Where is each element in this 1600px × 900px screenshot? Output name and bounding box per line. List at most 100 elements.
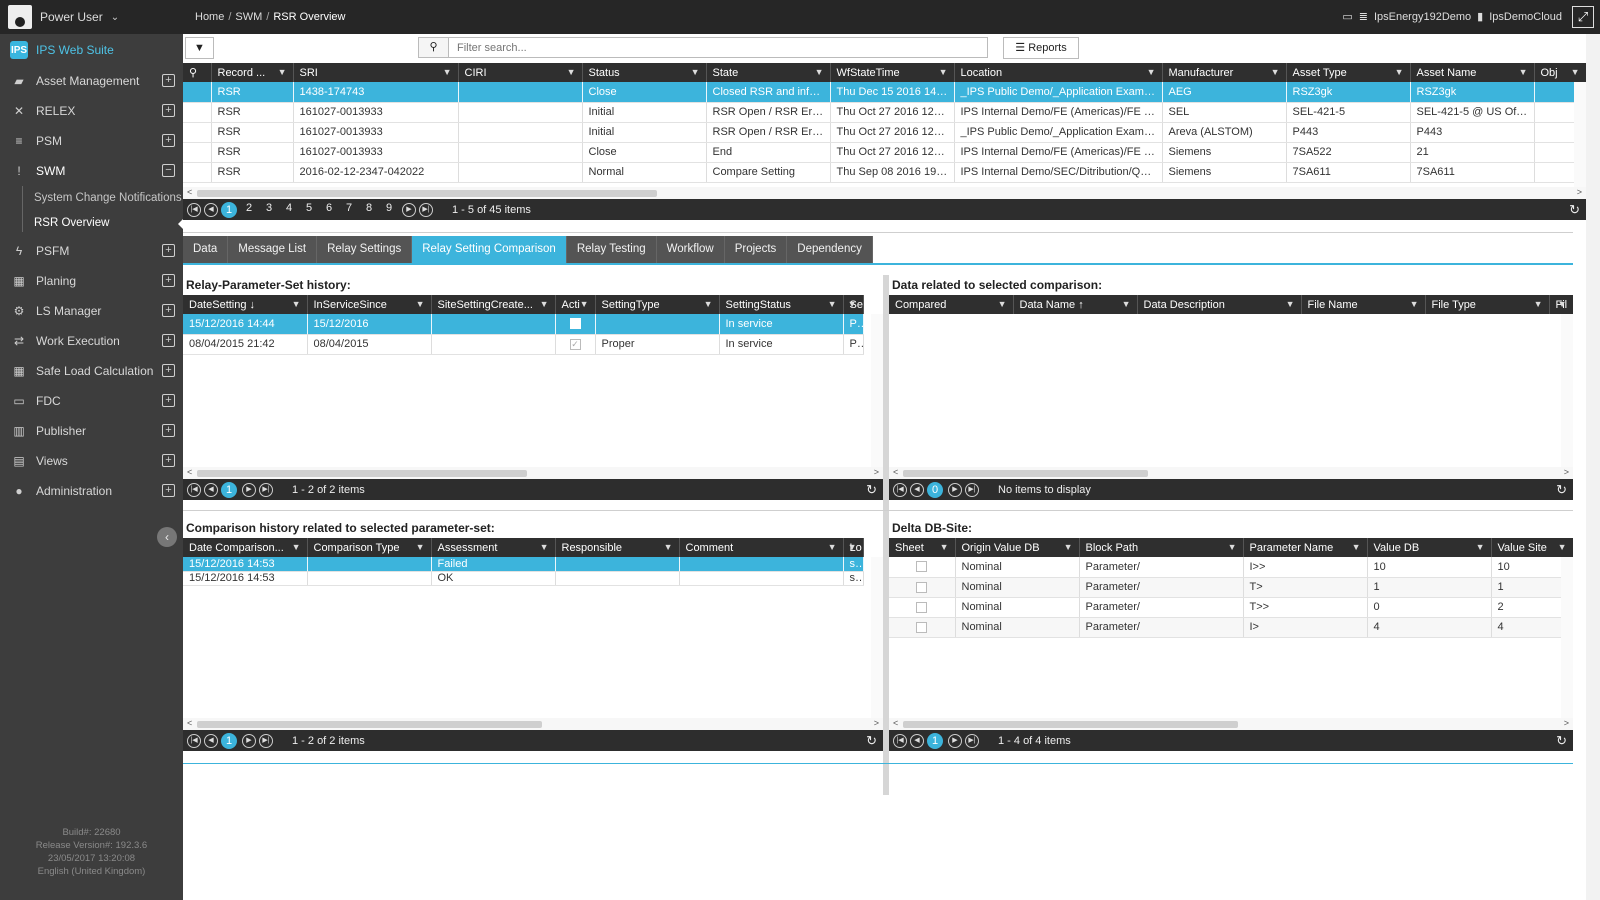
- related-horizontal-scrollbar[interactable]: < >: [889, 467, 1573, 479]
- rsr-column-header[interactable]: Record ... ▼: [211, 63, 294, 82]
- sidebar-item-ls-manager[interactable]: ⚙ LS Manager +: [0, 296, 183, 326]
- comparison-vertical-scrollbar[interactable]: [871, 557, 883, 718]
- related-column-header[interactable]: Fil ▼: [1549, 295, 1573, 314]
- comparison-column-header[interactable]: Responsible ▼: [555, 538, 680, 557]
- sheet-checkbox[interactable]: [916, 581, 928, 593]
- table-row[interactable]: Nominal Parameter/T>> 0 2: [889, 597, 1573, 618]
- related-column-header[interactable]: Data Name ↑ ▼: [1013, 295, 1138, 314]
- comparison-page-current[interactable]: 1: [221, 732, 237, 749]
- table-row[interactable]: 15/12/2016 14:53 Failed sg: [183, 557, 864, 572]
- filter-icon[interactable]: ▼: [1410, 299, 1419, 309]
- filter-icon[interactable]: ▼: [540, 542, 549, 552]
- page-number[interactable]: 4: [281, 202, 297, 218]
- tab-relay-testing[interactable]: Relay Testing: [567, 236, 657, 263]
- filter-icon[interactable]: ▼: [1122, 299, 1131, 309]
- page-number[interactable]: 5: [301, 202, 317, 218]
- delta-vertical-scrollbar[interactable]: [1561, 557, 1573, 718]
- sidebar-item-safe-load-calculation[interactable]: ▦ Safe Load Calculation +: [0, 356, 183, 386]
- rsr-column-header[interactable]: Location ▼: [954, 63, 1163, 82]
- filter-icon[interactable]: ▼: [1395, 67, 1404, 77]
- rsr-column-header[interactable]: SRI ▼: [293, 63, 459, 82]
- filter-icon[interactable]: ▼: [1228, 542, 1237, 552]
- sidebar-item-planing[interactable]: ▦ Planing +: [0, 266, 183, 296]
- related-column-header[interactable]: Compared ▼: [889, 295, 1014, 314]
- refresh-icon[interactable]: ↻: [866, 733, 877, 749]
- expand-section-icon[interactable]: +: [162, 364, 175, 377]
- related-column-header[interactable]: File Type ▼: [1425, 295, 1550, 314]
- table-row[interactable]: RSR 2016-02-12-2347-042022 Normal Compare S…: [183, 162, 1586, 183]
- filter-icon[interactable]: ▼: [292, 542, 301, 552]
- submenu-item-system-change-notifications[interactable]: System Change Notifications: [20, 186, 183, 211]
- first-page-icon[interactable]: |◀: [893, 482, 907, 497]
- breadcrumb-swm[interactable]: SWM: [235, 11, 262, 23]
- filter-icon[interactable]: ▼: [292, 299, 301, 309]
- last-page-icon[interactable]: ▶|: [965, 733, 979, 748]
- filter-icon[interactable]: ▼: [848, 542, 857, 552]
- comparison-column-header[interactable]: Comment ▼: [679, 538, 844, 557]
- expand-section-icon[interactable]: +: [162, 424, 175, 437]
- filter-icon[interactable]: ▼: [1558, 542, 1567, 552]
- page-number[interactable]: 9: [381, 202, 397, 218]
- refresh-icon[interactable]: ↻: [1556, 482, 1567, 498]
- tab-message-list[interactable]: Message List: [228, 236, 318, 263]
- last-page-icon[interactable]: ▶|: [965, 482, 979, 497]
- tab-data[interactable]: Data: [183, 236, 229, 263]
- delta-horizontal-scrollbar[interactable]: < >: [889, 718, 1573, 730]
- history-column-header[interactable]: InServiceSince ▼: [307, 295, 432, 314]
- sidebar-item-work-execution[interactable]: ⇄ Work Execution +: [0, 326, 183, 356]
- expand-section-icon[interactable]: +: [162, 484, 175, 497]
- history-horizontal-scrollbar[interactable]: < >: [183, 467, 883, 479]
- submenu-item-rsr-overview[interactable]: RSR Overview: [20, 211, 183, 236]
- page-number[interactable]: 2: [241, 202, 257, 218]
- filter-icon[interactable]: ▼: [278, 67, 287, 77]
- refresh-icon[interactable]: ↻: [1556, 733, 1567, 749]
- filter-icon[interactable]: ▼: [939, 67, 948, 77]
- sheet-checkbox[interactable]: [916, 601, 928, 613]
- page-number[interactable]: 1: [221, 201, 237, 218]
- rsr-column-header[interactable]: Status ▼: [582, 63, 707, 82]
- sheet-checkbox[interactable]: [916, 621, 928, 633]
- splitter[interactable]: [183, 232, 1573, 233]
- sidebar-item-psm[interactable]: ≡ PSM +: [0, 126, 183, 156]
- expand-section-icon[interactable]: +: [162, 244, 175, 257]
- refresh-icon[interactable]: ↻: [1569, 202, 1580, 218]
- filter-icon[interactable]: ▼: [1476, 542, 1485, 552]
- page-number[interactable]: 3: [261, 202, 277, 218]
- last-page-icon[interactable]: ▶|: [419, 202, 433, 217]
- table-row[interactable]: RSR 161027-0013933 Initial RSR Open / RSR E…: [183, 122, 1586, 143]
- history-column-header[interactable]: DateSetting ↓ ▼: [183, 295, 308, 314]
- table-row[interactable]: RSR 1438-174743 Close Closed RSR and infor.…: [183, 82, 1586, 103]
- last-page-icon[interactable]: ▶|: [259, 733, 273, 748]
- brand[interactable]: IPS IPS Web Suite: [0, 34, 183, 66]
- filter-icon[interactable]: ▼: [540, 299, 549, 309]
- tab-relay-settings[interactable]: Relay Settings: [317, 236, 413, 263]
- filter-icon[interactable]: ▼: [664, 542, 673, 552]
- sidebar-item-administration[interactable]: ● Administration +: [0, 476, 183, 506]
- splitter[interactable]: [183, 510, 1573, 511]
- filter-icon[interactable]: ▼: [1534, 299, 1543, 309]
- related-column-header[interactable]: File Name ▼: [1301, 295, 1426, 314]
- expand-section-icon[interactable]: +: [162, 274, 175, 287]
- tab-dependency[interactable]: Dependency: [787, 236, 873, 263]
- rsr-column-header[interactable]: CIRI ▼: [458, 63, 583, 82]
- sheet-checkbox[interactable]: [916, 561, 928, 573]
- history-column-header[interactable]: SettingStatus ▼: [719, 295, 844, 314]
- sidebar-item-publisher[interactable]: ▥ Publisher +: [0, 416, 183, 446]
- comparison-column-header[interactable]: Comparison Type ▼: [307, 538, 432, 557]
- sidebar-item-asset-management[interactable]: ▰ Asset Management +: [0, 66, 183, 96]
- tab-projects[interactable]: Projects: [725, 236, 788, 263]
- reports-button[interactable]: ☰ Reports: [1003, 37, 1079, 59]
- history-column-header[interactable]: Acti ▼: [555, 295, 596, 314]
- comparison-column-header[interactable]: Assessment ▼: [431, 538, 556, 557]
- filter-icon[interactable]: ▼: [1519, 67, 1528, 77]
- tab-relay-setting-comparison[interactable]: Relay Setting Comparison: [412, 236, 567, 263]
- expand-section-icon[interactable]: +: [162, 74, 175, 87]
- delta-column-header[interactable]: Origin Value DB ▼: [955, 538, 1080, 557]
- cloud-name[interactable]: IpsDemoCloud: [1489, 11, 1562, 23]
- prev-page-icon[interactable]: ◀: [910, 733, 924, 748]
- history-column-header[interactable]: Se ▼: [843, 295, 864, 314]
- page-number[interactable]: 6: [321, 202, 337, 218]
- filter-icon[interactable]: ▼: [1271, 67, 1280, 77]
- expand-section-icon[interactable]: +: [162, 454, 175, 467]
- table-row[interactable]: RSR 161027-0013933 Close End Thu Oct 27 2016…: [183, 142, 1586, 163]
